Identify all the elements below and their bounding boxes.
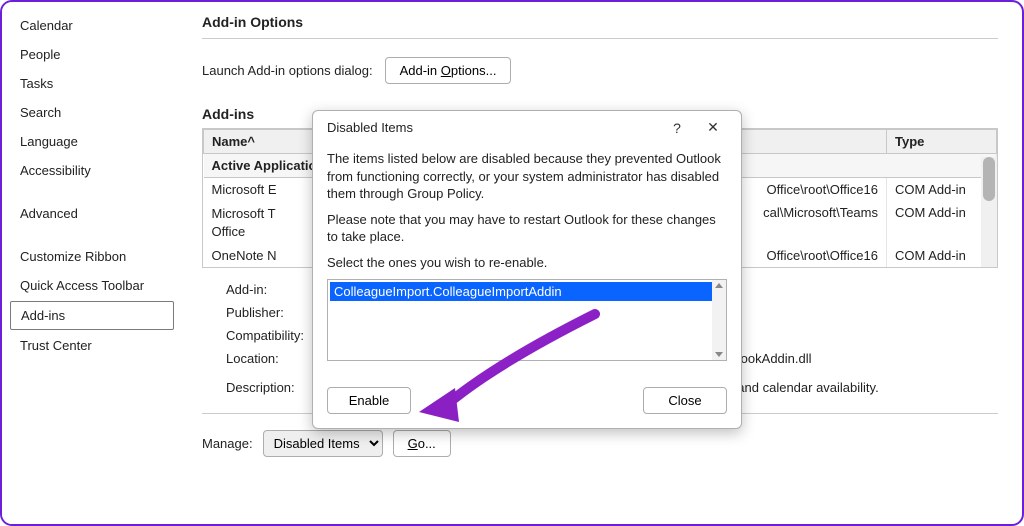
cell-type: COM Add-in xyxy=(887,178,997,202)
details-publisher-label: Publisher: xyxy=(226,305,284,320)
details-location-label: Location: xyxy=(226,351,279,366)
manage-label: Manage: xyxy=(202,436,253,451)
dialog-footer: Enable Close xyxy=(313,373,741,428)
dialog-titlebar[interactable]: Disabled Items ? ✕ xyxy=(313,111,741,142)
dialog-text-2: Please note that you may have to restart… xyxy=(327,211,727,246)
dialog-instruction: Select the ones you wish to re-enable. xyxy=(327,254,727,272)
sidebar-item-quick-access-toolbar[interactable]: Quick Access Toolbar xyxy=(10,272,174,299)
col-type[interactable]: Type xyxy=(887,130,997,154)
help-icon[interactable]: ? xyxy=(659,120,695,136)
details-compat-label: Compatibility: xyxy=(226,328,304,343)
cell-location: cal\Microsoft\Teams xyxy=(724,201,887,244)
close-icon[interactable]: ✕ xyxy=(695,119,731,136)
sidebar-item-language[interactable]: Language xyxy=(10,128,174,155)
col-location[interactable]: loc xyxy=(724,130,887,154)
listbox-scrollbar[interactable] xyxy=(712,280,726,360)
cell-type: COM Add-in xyxy=(887,244,997,267)
sidebar-item-accessibility[interactable]: Accessibility xyxy=(10,157,174,184)
launch-label: Launch Add-in options dialog: xyxy=(202,63,373,78)
dialog-text-1: The items listed below are disabled beca… xyxy=(327,150,727,203)
dialog-body: The items listed below are disabled beca… xyxy=(313,142,741,373)
sidebar-item-trust-center[interactable]: Trust Center xyxy=(10,332,174,359)
addin-options-button[interactable]: Add-in Options... xyxy=(385,57,512,84)
close-button[interactable]: Close xyxy=(643,387,727,414)
list-item[interactable]: ColleagueImport.ColleagueImportAddin xyxy=(330,282,724,301)
cell-location: Office\root\Office16 xyxy=(724,178,887,202)
sidebar-item-calendar[interactable]: Calendar xyxy=(10,12,174,39)
sidebar-item-advanced[interactable]: Advanced xyxy=(10,200,174,227)
disabled-items-dialog: Disabled Items ? ✕ The items listed belo… xyxy=(312,110,742,429)
section-title-addin-options: Add-in Options xyxy=(202,10,998,39)
cell-location: Office\root\Office16 xyxy=(724,244,887,267)
manage-select[interactable]: Disabled Items xyxy=(263,430,383,457)
dialog-title: Disabled Items xyxy=(327,120,659,135)
sidebar-item-tasks[interactable]: Tasks xyxy=(10,70,174,97)
details-addin-label: Add-in: xyxy=(226,282,267,297)
sidebar-item-search[interactable]: Search xyxy=(10,99,174,126)
go-button[interactable]: Go... xyxy=(393,430,451,457)
options-sidebar: Calendar People Tasks Search Language Ac… xyxy=(2,2,182,524)
sidebar-item-customize-ribbon[interactable]: Customize Ribbon xyxy=(10,243,174,270)
underline-o: O xyxy=(441,63,451,78)
table-scrollbar[interactable] xyxy=(981,157,997,267)
disabled-items-listbox[interactable]: ColleagueImport.ColleagueImportAddin xyxy=(327,279,727,361)
cell-type: COM Add-in xyxy=(887,201,997,244)
sidebar-item-people[interactable]: People xyxy=(10,41,174,68)
sidebar-item-add-ins[interactable]: Add-ins xyxy=(10,301,174,330)
enable-button[interactable]: Enable xyxy=(327,387,411,414)
options-window: Calendar People Tasks Search Language Ac… xyxy=(0,0,1024,526)
details-description-label: Description: xyxy=(226,380,295,395)
launch-row: Launch Add-in options dialog: Add-in Opt… xyxy=(202,39,998,106)
